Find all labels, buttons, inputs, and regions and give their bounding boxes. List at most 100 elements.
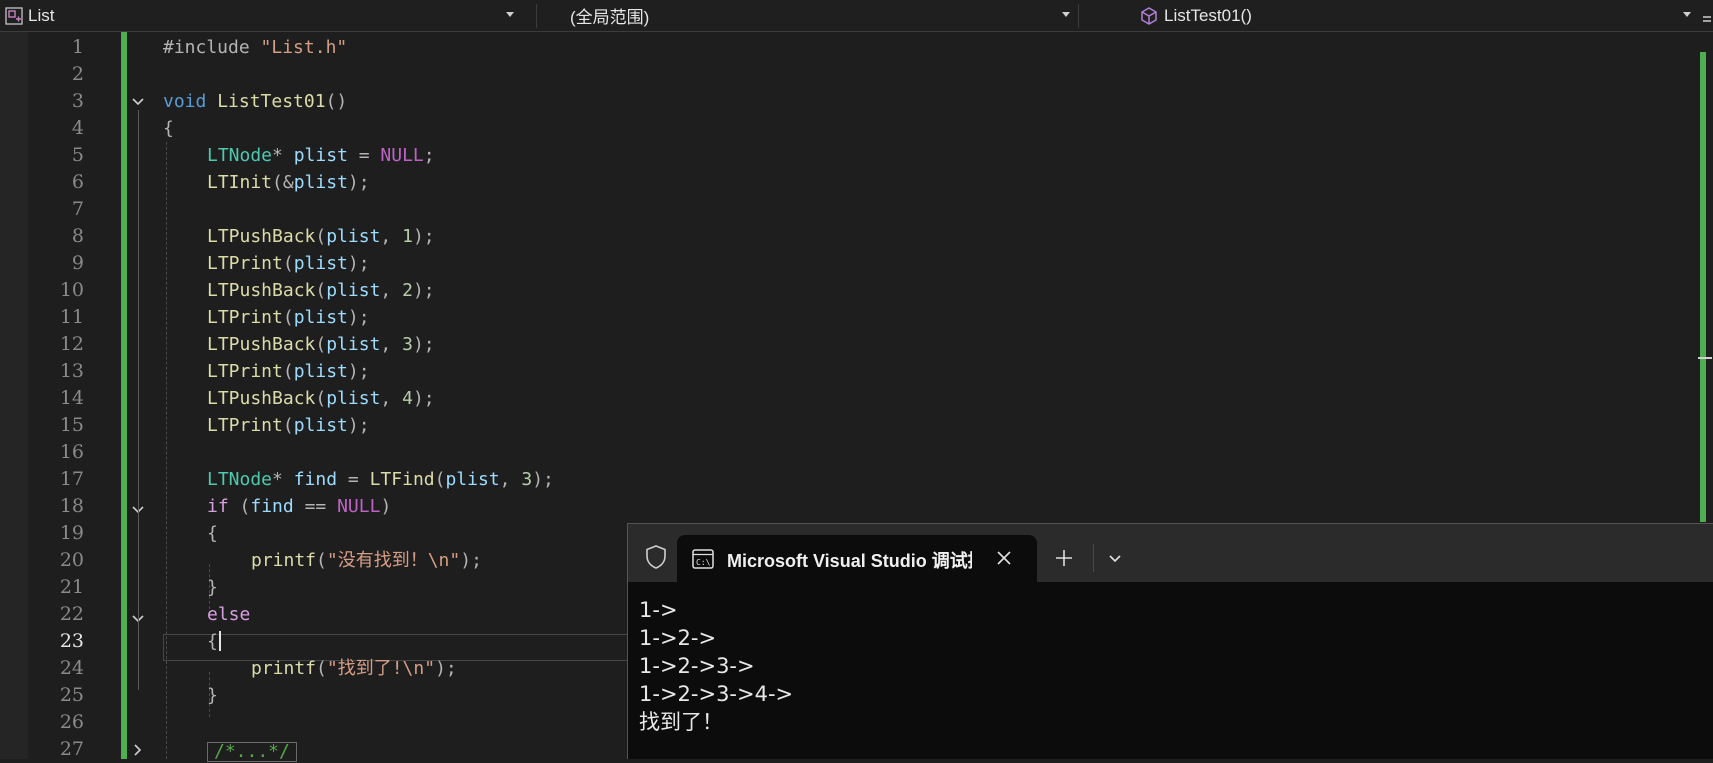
code-line-active: { bbox=[207, 628, 218, 655]
punctuation: ); bbox=[412, 334, 435, 355]
code-line: printf("找到了!\n"); bbox=[251, 655, 457, 682]
navigation-bar: List (全局范围) ListTest01() bbox=[0, 0, 1713, 32]
debug-console-window[interactable]: C:\ Microsoft Visual Studio 调试控制台 1-> 1-… bbox=[627, 523, 1713, 759]
punctuation: ( bbox=[316, 658, 327, 679]
output-line: 1-> bbox=[639, 598, 678, 622]
function-call: LTFind bbox=[369, 469, 435, 490]
class-icon bbox=[5, 6, 23, 25]
variable: plist bbox=[293, 253, 348, 274]
macro: NULL bbox=[380, 145, 424, 166]
punctuation: ( bbox=[315, 334, 327, 355]
punctuation: , bbox=[499, 469, 522, 490]
terminal-tab[interactable]: C:\ Microsoft Visual Studio 调试控制台 bbox=[677, 535, 1037, 582]
code-line: LTPushBack(plist, 4); bbox=[207, 385, 435, 412]
brace: { bbox=[207, 631, 218, 652]
code-line: #include "List.h" bbox=[163, 34, 347, 61]
function-call: printf bbox=[251, 658, 317, 679]
punctuation: ( bbox=[315, 280, 327, 301]
line-number: 14 bbox=[59, 387, 84, 409]
chevron-down-icon bbox=[1683, 12, 1691, 17]
type-name: LTNode bbox=[207, 469, 273, 490]
code-line: LTPushBack(plist, 2); bbox=[207, 277, 435, 304]
split-icon[interactable] bbox=[1703, 10, 1711, 22]
variable: plist bbox=[293, 361, 348, 382]
terminal-output[interactable]: 1-> 1->2-> 1->2->3-> 1->2->3->4-> 找到了！ bbox=[639, 596, 793, 736]
line-number: 5 bbox=[71, 144, 84, 166]
fold-range-line bbox=[138, 110, 139, 690]
cube-icon bbox=[1140, 6, 1158, 25]
output-line: 找到了！ bbox=[639, 710, 723, 734]
line-number: 7 bbox=[71, 198, 84, 220]
function-call: LTPrint bbox=[207, 361, 283, 382]
punctuation: ( bbox=[315, 388, 327, 409]
string-literal: "找到了!\n" bbox=[326, 658, 436, 679]
variable: plist bbox=[326, 334, 381, 355]
punctuation: == bbox=[293, 496, 338, 517]
punctuation: ( bbox=[282, 361, 294, 382]
brace: } bbox=[207, 577, 218, 598]
line-number: 16 bbox=[59, 441, 84, 463]
punctuation: ( bbox=[315, 226, 327, 247]
indicator-margin bbox=[0, 32, 28, 759]
line-number: 13 bbox=[59, 360, 84, 382]
punctuation: , bbox=[380, 334, 403, 355]
number: 3 bbox=[402, 334, 413, 355]
output-line: 1->2-> bbox=[639, 626, 717, 650]
shield-icon bbox=[644, 544, 668, 570]
punctuation: (& bbox=[272, 172, 294, 193]
tab-divider bbox=[1093, 544, 1094, 572]
function-call: LTPrint bbox=[207, 415, 283, 436]
punctuation: * bbox=[272, 145, 283, 166]
punctuation: ) bbox=[380, 496, 392, 517]
change-tracking-bar bbox=[121, 32, 127, 759]
code-line: void ListTest01() bbox=[163, 88, 347, 115]
code-line: LTNode* find = LTFind(plist, 3); bbox=[207, 466, 554, 493]
fold-chevron-right-icon[interactable] bbox=[131, 743, 145, 757]
collapsed-comment[interactable]: /*...*/ bbox=[207, 742, 297, 762]
close-icon[interactable] bbox=[993, 547, 1015, 569]
function-call: LTPushBack bbox=[207, 334, 316, 355]
punctuation: ); bbox=[412, 388, 435, 409]
code-line: LTPrint(plist); bbox=[207, 358, 370, 385]
code-line: printf("没有找到！\n"); bbox=[251, 547, 482, 574]
output-line: 1->2->3->4-> bbox=[639, 682, 794, 706]
punctuation: * bbox=[272, 469, 283, 490]
nav-divider bbox=[536, 4, 537, 28]
type-name: LTNode bbox=[207, 145, 273, 166]
code-line: LTPrint(plist); bbox=[207, 250, 370, 277]
punctuation: = bbox=[337, 469, 370, 490]
chevron-down-icon[interactable] bbox=[1104, 548, 1126, 570]
line-number: 26 bbox=[59, 711, 84, 733]
line-number-active: 23 bbox=[59, 630, 84, 652]
punctuation: ); bbox=[347, 361, 370, 382]
fold-chevron-icon[interactable] bbox=[131, 95, 145, 109]
punctuation: ); bbox=[347, 307, 370, 328]
brace: } bbox=[207, 685, 218, 706]
svg-text:C:\: C:\ bbox=[696, 558, 711, 567]
project-dropdown[interactable]: List bbox=[0, 0, 520, 31]
punctuation: ( bbox=[434, 469, 446, 490]
function-call: LTPushBack bbox=[207, 226, 316, 247]
scope-label: (全局范围) bbox=[570, 8, 650, 27]
line-number: 15 bbox=[59, 414, 84, 436]
punctuation: ( bbox=[316, 550, 327, 571]
punctuation: = bbox=[347, 145, 381, 166]
code-line: { bbox=[207, 520, 218, 547]
function-dropdown[interactable]: ListTest01() bbox=[1140, 0, 1697, 31]
code-line: } bbox=[207, 682, 218, 709]
number: 1 bbox=[402, 226, 413, 247]
line-number: 12 bbox=[59, 333, 84, 355]
function-call: LTInit bbox=[207, 172, 273, 193]
line-number: 9 bbox=[71, 252, 84, 274]
terminal-tab-bar: C:\ Microsoft Visual Studio 调试控制台 bbox=[628, 524, 1713, 582]
line-number: 20 bbox=[59, 549, 84, 571]
function-name: ListTest01 bbox=[217, 91, 326, 112]
code-line: } bbox=[207, 574, 218, 601]
output-line: 1->2->3-> bbox=[639, 654, 755, 678]
scope-dropdown[interactable]: (全局范围) bbox=[538, 0, 1076, 31]
plus-icon[interactable] bbox=[1053, 547, 1075, 569]
indent-guide bbox=[166, 142, 167, 759]
string-literal: "没有找到！\n" bbox=[326, 550, 461, 571]
punctuation: ; bbox=[423, 145, 435, 166]
punctuation: ); bbox=[412, 226, 435, 247]
